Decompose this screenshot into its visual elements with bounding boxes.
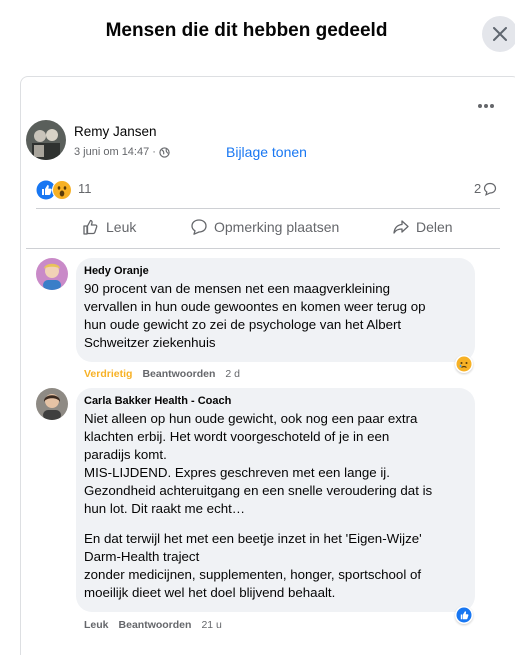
like-reaction-icon	[456, 607, 472, 623]
close-icon	[493, 27, 507, 41]
comment-count[interactable]: 2	[474, 181, 497, 196]
like-comment-button[interactable]: Leuk	[84, 619, 109, 631]
comment-icon	[191, 219, 207, 235]
dialog-header: Mensen die dit hebben gedeeld	[0, 0, 515, 64]
post-meta: 3 juni om 14:47 ·	[74, 146, 170, 158]
comment-actions: Verdrietig Beantwoorden 2 d	[84, 368, 240, 380]
show-attachment-link[interactable]: Bijlage tonen	[226, 144, 307, 160]
comment-author[interactable]: Hedy Oranje	[84, 265, 149, 277]
like-label: Leuk	[106, 219, 137, 235]
reaction-count[interactable]: 11	[78, 181, 92, 196]
avatar[interactable]	[36, 388, 68, 420]
reply-button[interactable]: Beantwoorden	[142, 368, 215, 380]
wow-reaction-icon	[52, 180, 72, 200]
divider	[36, 208, 500, 209]
thumbs-up-icon	[83, 219, 98, 235]
post-timestamp[interactable]: 3 juni om 14:47 ·	[74, 146, 156, 158]
comment-reaction-badge[interactable]	[455, 355, 473, 373]
comment-actions: Leuk Beantwoorden 21 u	[84, 619, 222, 631]
comment-label: Opmerking plaatsen	[214, 219, 340, 235]
reaction-label[interactable]: Verdrietig	[84, 368, 132, 380]
comment-text: Niet alleen op hun oude gewicht, ook nog…	[84, 411, 433, 516]
comment-author[interactable]: Carla Bakker Health - Coach	[84, 395, 231, 407]
share-button[interactable]: Delen	[392, 218, 453, 236]
reply-button[interactable]: Beantwoorden	[119, 619, 192, 631]
comment-count-value: 2	[474, 181, 482, 196]
dialog-title: Mensen die dit hebben gedeeld	[105, 20, 388, 41]
comment-time[interactable]: 2 d	[225, 368, 240, 380]
comment-time[interactable]: 21 u	[201, 619, 221, 631]
sad-reaction-icon	[456, 356, 472, 372]
globe-icon	[159, 146, 170, 158]
avatar[interactable]	[26, 120, 66, 160]
share-arrow-icon	[393, 220, 409, 234]
comment-text: 90 procent van de mensen net een maagver…	[84, 281, 426, 350]
post-author-name[interactable]: Remy Jansen	[74, 124, 157, 139]
comment-reaction-badge[interactable]	[455, 606, 473, 624]
more-options-icon[interactable]	[474, 96, 498, 116]
comment-text-continued: En dat terwijl het met een beetje inzet …	[84, 531, 422, 600]
close-button[interactable]	[482, 16, 515, 52]
divider	[26, 248, 500, 249]
avatar[interactable]	[36, 258, 68, 290]
post-action-bar: Leuk Opmerking plaatsen Delen	[26, 210, 500, 246]
like-button[interactable]: Leuk	[82, 218, 136, 236]
comment-button[interactable]: Opmerking plaatsen	[190, 218, 339, 236]
comment-bubble-icon	[484, 182, 497, 196]
reaction-summary[interactable]	[36, 180, 72, 200]
share-label: Delen	[416, 219, 453, 235]
